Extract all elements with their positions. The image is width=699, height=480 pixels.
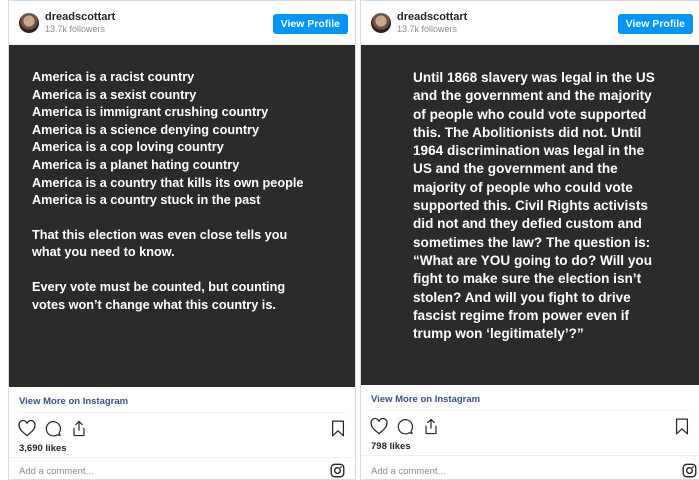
view-profile-button[interactable]: View Profile [617, 14, 693, 34]
post-text-line: stolen? And will you fight to drive [413, 289, 631, 305]
bookmark-icon[interactable] [675, 418, 689, 435]
divider [361, 455, 699, 456]
view-more-link[interactable]: View More on Instagram [19, 396, 128, 407]
instagram-icon[interactable] [682, 463, 697, 478]
instagram-embed-card: dreadscottart 13.7k followers View Profi… [360, 0, 699, 480]
post-text-line: America is a sexist country [32, 87, 197, 102]
post-header: dreadscottart 13.7k followers View Profi… [9, 1, 355, 45]
username[interactable]: dreadscottart [397, 11, 467, 23]
post-text-line: did not and they defied custom and [413, 216, 642, 232]
post-text-line: America is immigrant crushing country [32, 105, 269, 120]
post-text-line: of people who could vote supported [413, 106, 647, 122]
post-text-line: “What are YOU going to do? Will you [413, 252, 653, 268]
post-text-line: 1964 discrimination was legal in the [413, 143, 645, 159]
heart-icon[interactable] [18, 420, 36, 437]
post-text-line: America is a science denying country [32, 122, 260, 137]
instagram-icon[interactable] [330, 463, 345, 478]
like-count[interactable]: 798 likes [371, 441, 411, 452]
post-text-line: America is a country stuck in the past [32, 193, 261, 208]
post-text-line: trump won ‘legitimately’?” [413, 326, 584, 342]
post-text-line: sometimes the law? The question is: [413, 234, 651, 250]
heart-icon[interactable] [370, 418, 388, 435]
post-text-line: supported this. Civil Rights activists [413, 198, 648, 214]
action-bar [18, 420, 91, 438]
post-text-line: what you need to know. [32, 245, 175, 260]
post-text-line: America is a planet hating country [32, 157, 240, 172]
post-text-line: votes won’t change what this country is. [32, 297, 276, 312]
avatar[interactable] [19, 13, 39, 33]
follower-count: 13.7k followers [397, 24, 458, 34]
comment-icon[interactable] [44, 420, 62, 437]
bookmark-icon[interactable] [331, 420, 345, 437]
post-image[interactable]: America is a racist country America is a… [9, 45, 355, 387]
post-text-line: That this election was even close tells … [32, 227, 288, 242]
divider [19, 412, 345, 413]
like-count[interactable]: 3,690 likes [19, 443, 67, 454]
view-profile-button[interactable]: View Profile [272, 14, 348, 34]
post-text-line: America is a racist country [32, 70, 195, 84]
post-text-line: Every vote must be counted, but counting [32, 279, 286, 294]
post-text-line: and the government and the majority [413, 88, 652, 104]
post-text-line: this. The Abolitionists did not. Until [413, 124, 642, 140]
post-text-line: America is a cop loving country [32, 140, 224, 155]
share-icon[interactable] [423, 418, 439, 435]
post-header: dreadscottart 13.7k followers View Profi… [361, 1, 699, 45]
post-text-line: America is a country that kills its own … [32, 175, 304, 190]
post-text-line: fight to make sure the election isn’t [413, 271, 642, 287]
comment-input[interactable]: Add a comment... [371, 466, 445, 477]
avatar[interactable] [371, 13, 391, 33]
comment-icon[interactable] [396, 418, 414, 435]
follower-count: 13.7k followers [45, 24, 106, 34]
view-more-link[interactable]: View More on Instagram [371, 394, 480, 405]
post-text-line: Until 1868 slavery was legal in the US [413, 70, 655, 85]
action-bar [370, 418, 443, 436]
username[interactable]: dreadscottart [45, 11, 115, 23]
post-text-line: US and the government and the [413, 161, 618, 177]
instagram-embed-card: dreadscottart 13.7k followers View Profi… [8, 0, 356, 480]
post-text-line: fascist regime from power even if [413, 307, 630, 323]
divider [371, 410, 689, 411]
post-image[interactable]: Until 1868 slavery was legal in the US a… [361, 45, 699, 385]
divider [9, 457, 355, 458]
share-icon[interactable] [71, 420, 87, 437]
post-text-line: majority of people who could vote [413, 179, 633, 195]
comment-input[interactable]: Add a comment... [19, 466, 93, 477]
